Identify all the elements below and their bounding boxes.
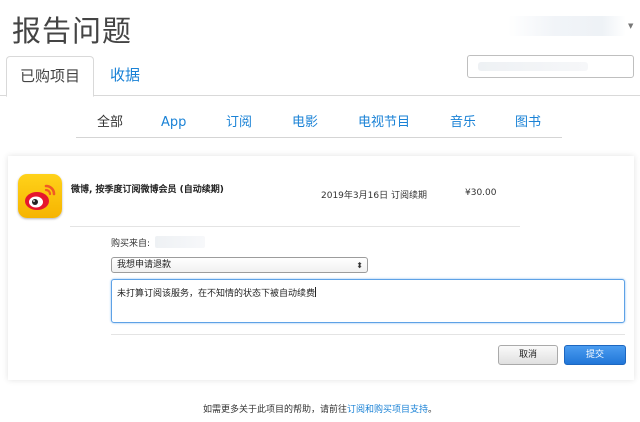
bought-from-label: 购买来自: xyxy=(111,239,151,249)
search-input-redacted xyxy=(478,62,588,71)
item-date: 2019年3月16日 订阅续期 xyxy=(321,191,427,201)
tab-receipts[interactable]: 收据 xyxy=(100,56,150,96)
item-name: 微博, 按季度订阅微博会员 (自动续期) xyxy=(71,185,224,195)
submit-button[interactable]: 提交 xyxy=(564,345,626,365)
page-title: 报告问题 xyxy=(12,14,133,48)
reason-select-value: 我想申请退款 xyxy=(117,260,172,270)
category-books[interactable]: 图书 xyxy=(515,112,541,134)
account-menu[interactable] xyxy=(508,16,626,36)
footer-prefix: 如需更多关于此项目的帮助，请前往 xyxy=(202,405,347,415)
category-nav: 全部 App 订阅 电影 电视节目 音乐 图书 xyxy=(76,112,562,138)
item-price: ¥30.00 xyxy=(465,188,497,198)
category-app[interactable]: App xyxy=(161,112,186,134)
bought-from-redacted xyxy=(155,236,205,248)
category-subscriptions[interactable]: 订阅 xyxy=(226,112,252,134)
tab-purchases[interactable]: 已购项目 xyxy=(6,56,94,97)
text-caret xyxy=(315,287,317,297)
support-link[interactable]: 订阅和购买项目支持 xyxy=(347,405,428,415)
message-text: 未打算订阅该服务，在不知情的状态下被自动续费 xyxy=(117,289,316,299)
footer-help: 如需更多关于此项目的帮助，请前往订阅和购买项目支持。 xyxy=(0,402,640,415)
category-tv-shows[interactable]: 电视节目 xyxy=(358,112,410,134)
weibo-logo-icon xyxy=(18,174,62,218)
category-all[interactable]: 全部 xyxy=(97,112,123,134)
divider xyxy=(70,226,520,227)
category-movies[interactable]: 电影 xyxy=(292,112,318,134)
select-arrows-icon: ⬍ xyxy=(356,261,363,270)
chevron-down-icon[interactable]: ▼ xyxy=(628,22,633,30)
cancel-button[interactable]: 取消 xyxy=(498,345,558,365)
reason-select[interactable]: 我想申请退款 ⬍ xyxy=(111,257,368,273)
search-input[interactable] xyxy=(467,55,634,78)
divider xyxy=(111,334,625,335)
message-textarea[interactable]: 未打算订阅该服务，在不知情的状态下被自动续费 xyxy=(111,279,625,323)
footer-suffix: 。 xyxy=(428,405,438,415)
category-music[interactable]: 音乐 xyxy=(450,112,476,134)
report-panel: 微博, 按季度订阅微博会员 (自动续期) 2019年3月16日 订阅续期 ¥30… xyxy=(8,156,634,380)
